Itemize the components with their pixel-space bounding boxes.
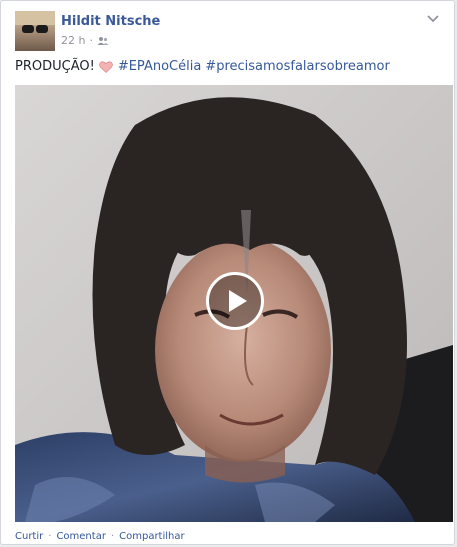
meta-separator: · [89,34,93,47]
post-header: Hildit Nitsche 22 h · [1,1,454,61]
play-button[interactable] [206,272,264,330]
avatar-glasses [22,25,34,33]
author-name[interactable]: Hildit Nitsche [61,14,160,29]
post-caption: PRODUÇÃO! #EPAnoCélia #precisamosfalarso… [15,59,394,74]
heart-icon [99,60,113,73]
play-icon [229,290,247,312]
like-button[interactable]: Curtir [15,531,43,542]
friends-icon[interactable] [97,36,109,46]
avatar-glasses [36,25,48,33]
action-separator: · [48,531,52,542]
avatar[interactable] [15,11,55,51]
share-button[interactable]: Compartilhar [119,531,184,542]
comment-button[interactable]: Comentar [56,531,106,542]
post-actions: Curtir · Comentar · Compartilhar [15,531,185,542]
action-separator: · [110,531,115,542]
hashtag-link[interactable]: #precisamosfalarsobreamor [205,59,390,74]
post-card: Hildit Nitsche 22 h · PRODUÇÃO! #EPAnoCé… [0,0,455,545]
video-player[interactable] [15,85,453,522]
chevron-down-icon[interactable] [426,11,440,25]
post-time[interactable]: 22 h [61,34,85,47]
caption-text: PRODUÇÃO! [15,59,95,74]
hashtag-link[interactable]: #EPAnoCélia [118,59,201,74]
post-meta: 22 h · [61,34,109,47]
avatar-hair [15,11,55,25]
